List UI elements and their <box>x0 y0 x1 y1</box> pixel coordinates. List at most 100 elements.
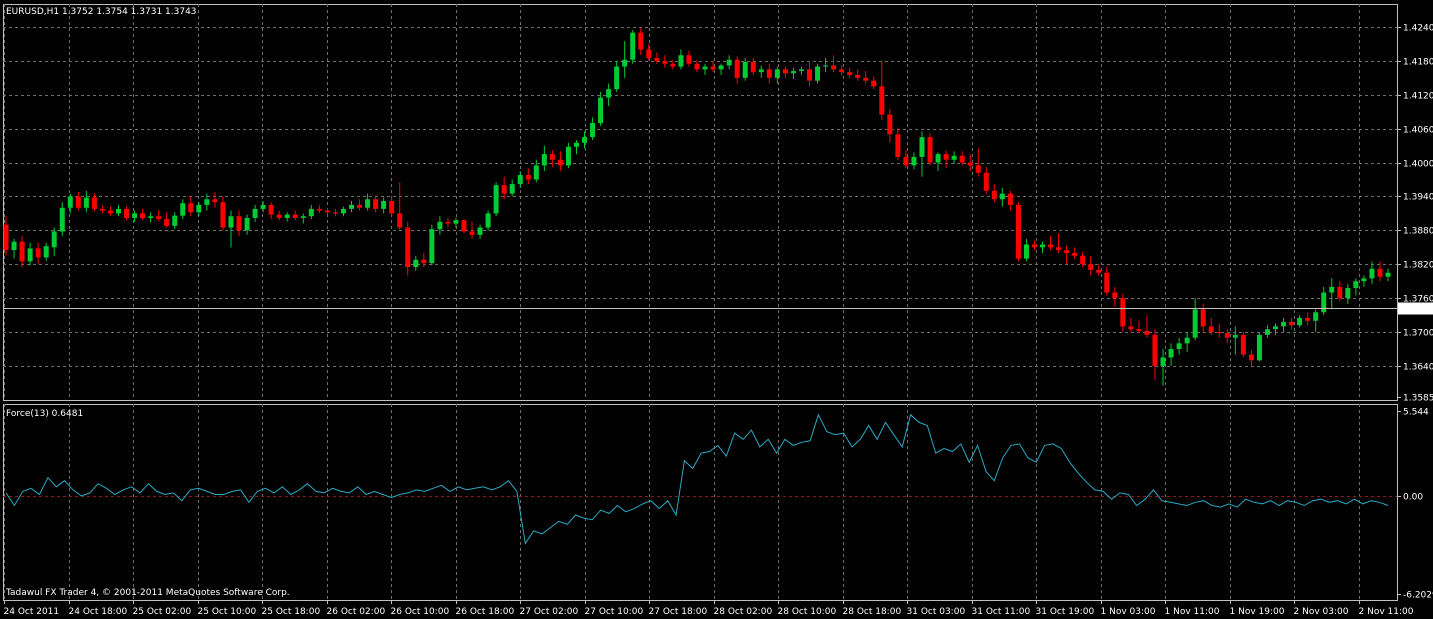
candle-bull[interactable] <box>83 197 89 208</box>
candle-bull[interactable] <box>1176 343 1182 349</box>
candle-bull[interactable] <box>1361 278 1367 282</box>
candle-bear[interactable] <box>19 241 25 262</box>
candle-bull[interactable] <box>1040 244 1045 248</box>
candle-bear[interactable] <box>99 208 105 211</box>
candle-bull[interactable] <box>1281 321 1287 327</box>
candle-bear[interactable] <box>1088 264 1094 270</box>
candle-bear[interactable] <box>871 80 877 87</box>
candle-bear[interactable] <box>316 208 322 211</box>
candle-bear[interactable] <box>887 114 893 135</box>
candle-bull[interactable] <box>11 241 17 251</box>
candle-bull[interactable] <box>493 185 499 214</box>
candle-bear[interactable] <box>943 154 949 160</box>
candle-bull[interactable] <box>798 69 804 72</box>
candle-bull[interactable] <box>1184 337 1190 344</box>
candle-bear[interactable] <box>1208 326 1214 333</box>
candle-bear[interactable] <box>903 156 909 166</box>
candle-bear[interactable] <box>750 62 756 73</box>
candle-bull[interactable] <box>228 216 234 228</box>
candle-bull[interactable] <box>148 216 154 218</box>
candle-bull[interactable] <box>252 208 258 218</box>
candle-bull[interactable] <box>453 220 459 224</box>
candle-bull[interactable] <box>413 259 419 268</box>
candle-bear[interactable] <box>1248 354 1254 361</box>
candle-bear[interactable] <box>332 212 338 214</box>
candle-bull[interactable] <box>1313 312 1319 321</box>
candle-bull[interactable] <box>284 214 290 218</box>
candle-bear[interactable] <box>1200 309 1206 327</box>
candle-bull[interactable] <box>726 59 732 66</box>
mt4-chart-window[interactable]: 1.4240 1.4180 1.4120 1.4060 1.4000 1.3940 1.38… <box>0 0 1433 619</box>
candle-bull[interactable] <box>1264 329 1270 335</box>
candle-bull[interactable] <box>1168 348 1174 358</box>
candle-bull[interactable] <box>27 248 33 262</box>
candle-bull[interactable] <box>1385 272 1391 277</box>
candle-bear[interactable] <box>445 221 451 224</box>
candle-bull[interactable] <box>1345 287 1351 299</box>
candle-bear[interactable] <box>694 63 700 70</box>
candle-bear[interactable] <box>1072 252 1078 256</box>
candle-bear[interactable] <box>654 58 660 61</box>
candle-bull[interactable] <box>437 221 443 230</box>
candle-bull[interactable] <box>1160 357 1166 366</box>
candle-bear[interactable] <box>212 199 218 203</box>
candle-bull[interactable] <box>132 213 138 218</box>
candle-bear[interactable] <box>124 208 130 218</box>
candle-bear[interactable] <box>1289 321 1295 326</box>
candle-bull[interactable] <box>1353 281 1359 288</box>
candle-bear[interactable] <box>357 204 363 208</box>
candle-bull[interactable] <box>702 66 708 70</box>
candle-bull[interactable] <box>815 66 821 81</box>
candle-bear[interactable] <box>1080 255 1086 265</box>
candle-bull[interactable] <box>1321 292 1327 313</box>
candle-bear[interactable] <box>1144 330 1150 335</box>
candle-bear[interactable] <box>3 224 9 251</box>
candle-bear[interactable] <box>75 196 81 208</box>
candle-bear[interactable] <box>847 72 853 76</box>
candle-bull[interactable] <box>1023 244 1029 259</box>
candle-bear[interactable] <box>879 86 885 115</box>
candle-bull[interactable] <box>590 123 596 138</box>
candle-bear[interactable] <box>220 202 226 228</box>
candle-bear[interactable] <box>959 155 965 163</box>
candle-bull[interactable] <box>1232 334 1238 338</box>
candle-bear[interactable] <box>1007 193 1013 205</box>
candle-bear[interactable] <box>107 210 113 214</box>
candle-bear[interactable] <box>324 210 330 213</box>
candle-bear[interactable] <box>1337 286 1343 299</box>
candle-bull[interactable] <box>244 217 250 231</box>
candle-bull[interactable] <box>172 215 178 226</box>
candle-bull[interactable] <box>630 32 636 60</box>
candle-bull[interactable] <box>115 208 121 214</box>
candle-bull[interactable] <box>1369 268 1375 279</box>
candle-bull[interactable] <box>606 89 612 98</box>
candle-bull[interactable] <box>533 165 539 180</box>
candle-bull[interactable] <box>951 155 957 160</box>
candle-bull[interactable] <box>598 97 604 124</box>
candle-bear[interactable] <box>1224 333 1230 338</box>
candle-bear[interactable] <box>686 55 692 64</box>
candle-bear[interactable] <box>967 162 973 166</box>
candle-bear[interactable] <box>140 213 146 218</box>
candle-bear[interactable] <box>421 259 427 264</box>
candle-bull[interactable] <box>774 69 780 78</box>
candle-bull[interactable] <box>509 184 515 194</box>
candle-bear[interactable] <box>1031 244 1037 248</box>
candle-bull[interactable] <box>59 207 65 232</box>
candle-bear[interactable] <box>831 65 837 70</box>
candle-bear[interactable] <box>1096 269 1102 273</box>
candle-bull[interactable] <box>1192 309 1198 338</box>
candle-bull[interactable] <box>51 231 57 248</box>
candle-bear[interactable] <box>839 69 845 73</box>
candle-bull[interactable] <box>573 142 579 147</box>
candle-bear[interactable] <box>292 214 298 218</box>
candle-bull[interactable] <box>614 66 620 90</box>
candle-bull[interactable] <box>582 137 588 143</box>
candle-bull[interactable] <box>67 196 73 208</box>
candle-bear[interactable] <box>1136 329 1142 331</box>
candle-bear[interactable] <box>863 77 869 81</box>
candle-bull[interactable] <box>260 204 266 209</box>
candle-bear[interactable] <box>806 69 812 81</box>
candle-bear[interactable] <box>1104 272 1110 293</box>
candle-bull[interactable] <box>622 59 628 67</box>
